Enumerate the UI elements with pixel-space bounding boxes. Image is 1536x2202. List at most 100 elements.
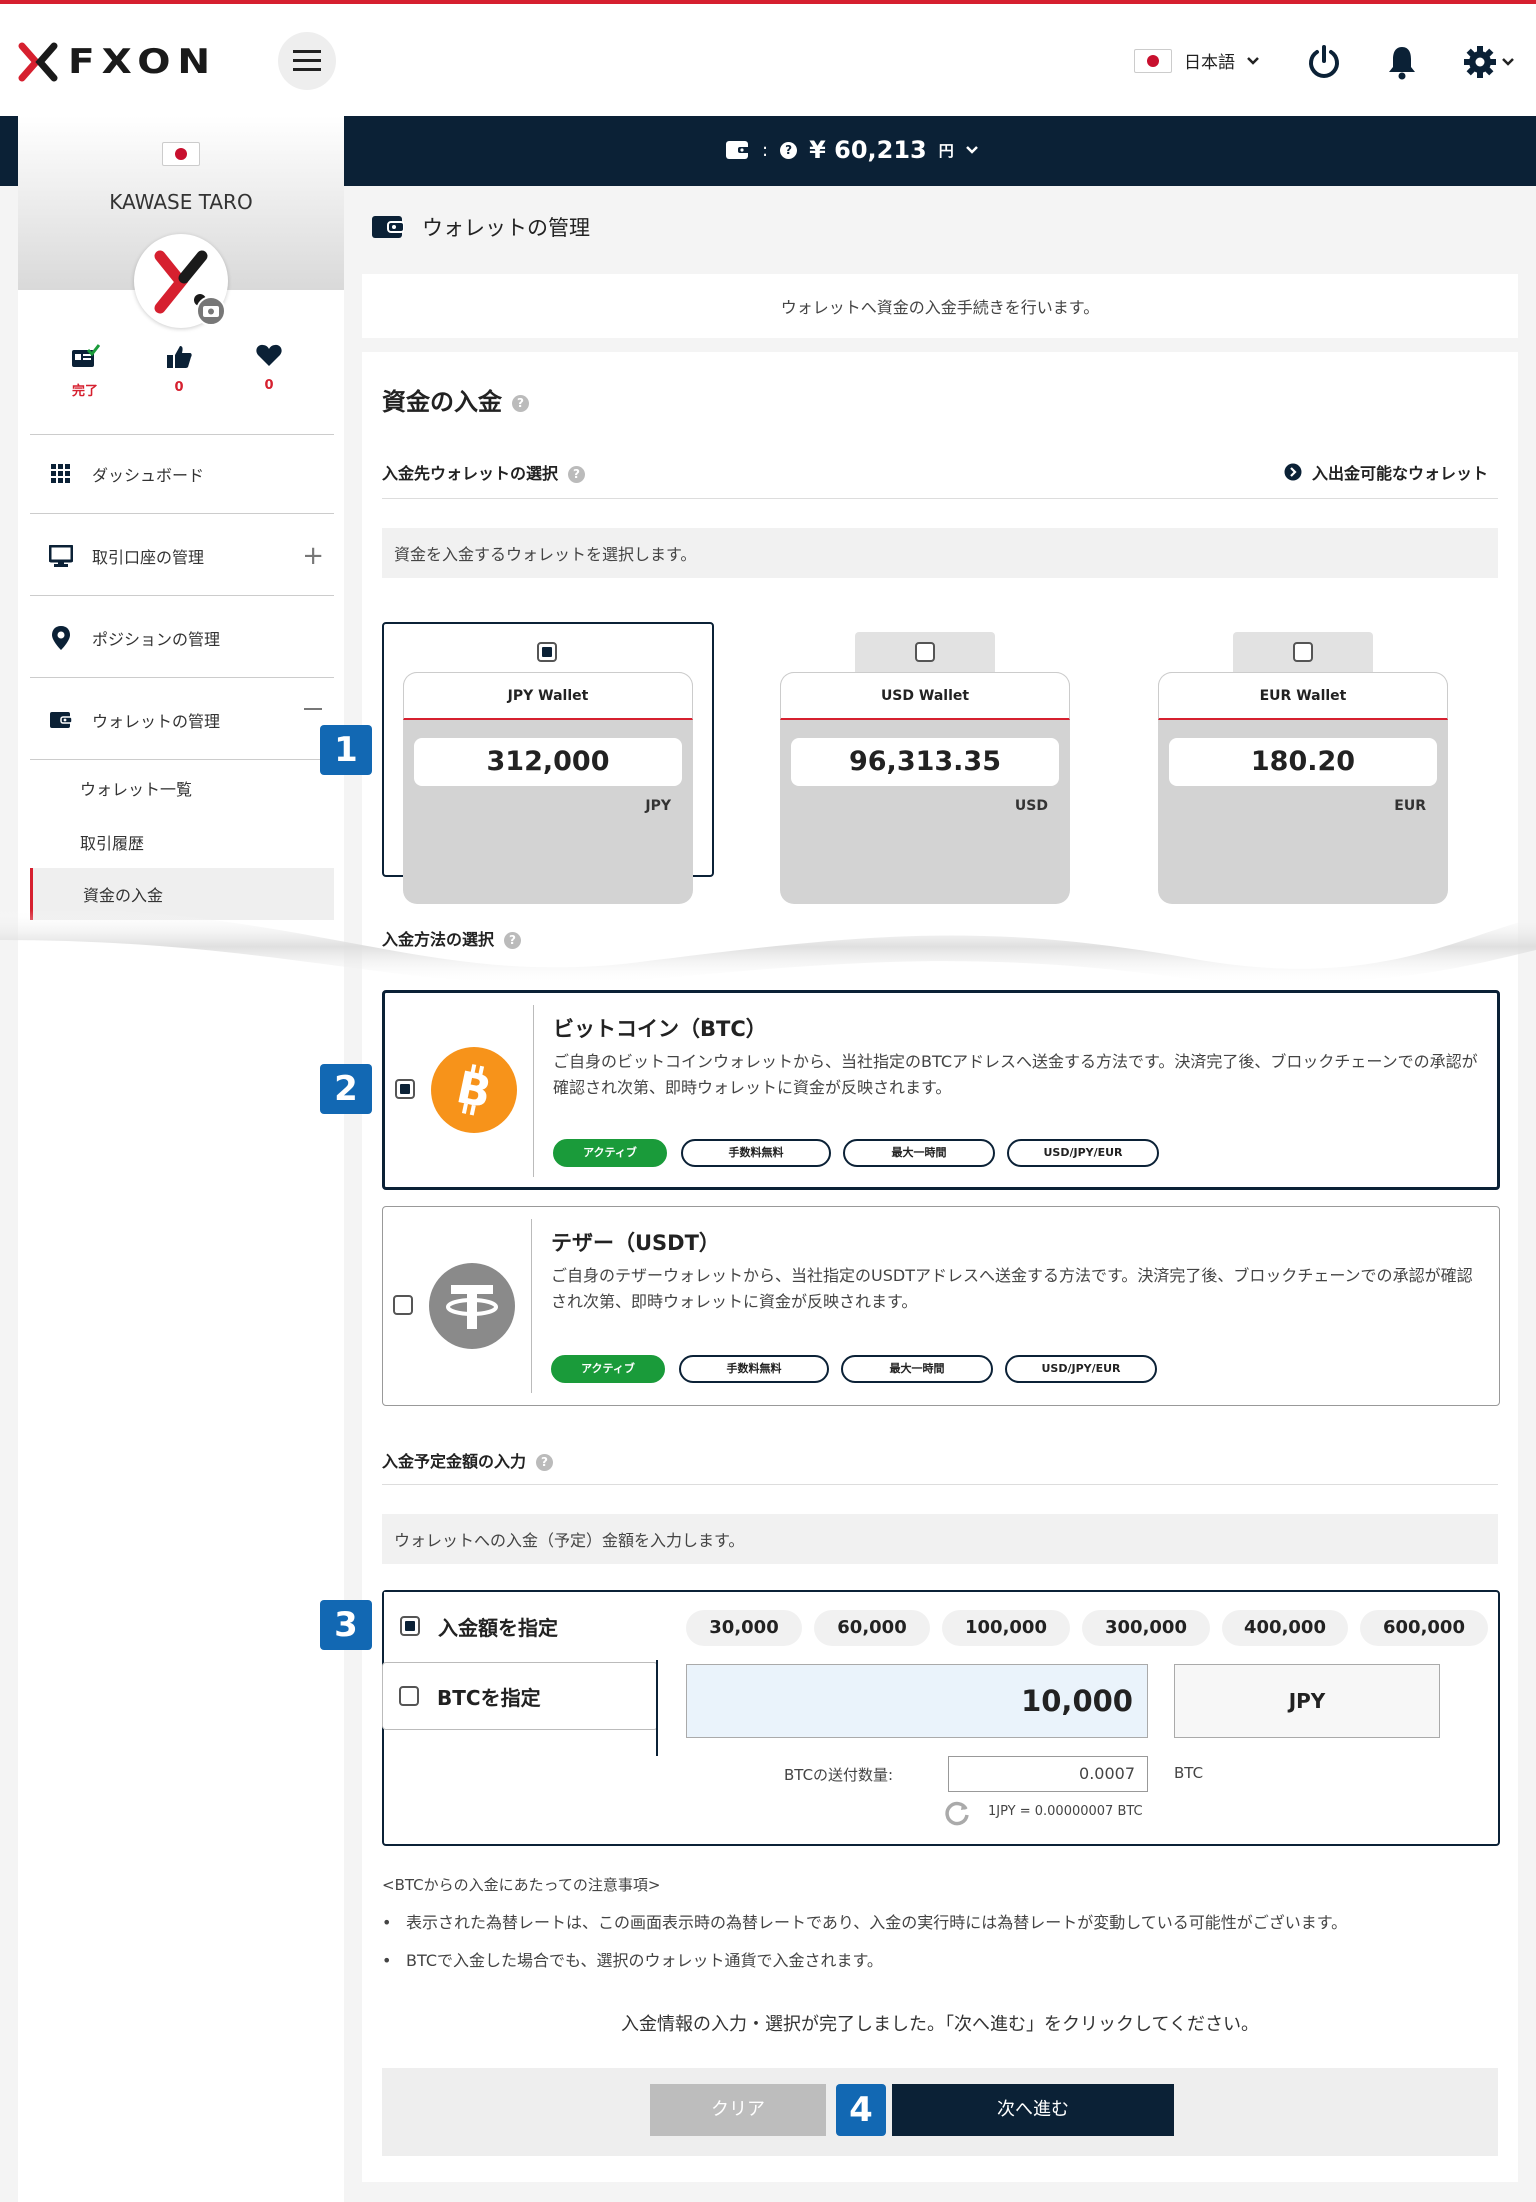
page-title: ウォレットの管理 [372, 212, 590, 242]
plus-icon[interactable]: + [302, 541, 324, 571]
stat-verification[interactable]: 完了 [40, 344, 130, 399]
tag-max-time: 最大一時間 [843, 1139, 995, 1167]
sidebar-item-dashboard[interactable]: ダッシュボード [30, 434, 334, 514]
method-select-title: 入金方法の選択? [382, 926, 522, 950]
exchange-rate: 1JPY = 0.00000007 BTC [988, 1804, 1143, 1819]
chevron-down-icon [1502, 58, 1514, 66]
wallet-jpy-checkbox[interactable] [537, 642, 557, 662]
method-card-usdt[interactable]: テザー（USDT） ご自身のテザーウォレットから、当社指定のUSDTアドレスへ送… [382, 1206, 1500, 1406]
stat-label: 0 [264, 378, 274, 393]
sidebar-subitem-deposit[interactable]: 資金の入金 [30, 868, 334, 920]
step-marker-3: 3 [320, 1600, 372, 1650]
balance-separator: : [762, 139, 769, 161]
sidebar-subitem-wallet-list[interactable]: ウォレット一覧 [30, 762, 334, 814]
tab-border [656, 1660, 658, 1756]
subtitle-text: 入金方法の選択 [382, 930, 495, 949]
deposit-notes: <BTCからの入金にあたっての注意事項> 表示された為替レートは、この画面表示時… [382, 1866, 1347, 1980]
notifications-button[interactable] [1380, 40, 1424, 84]
note-item: 表示された為替レートは、この画面表示時の為替レートであり、入金の実行時には為替レ… [382, 1904, 1347, 1942]
heart-icon [256, 344, 282, 366]
preset-amount-button[interactable]: 300,000 [1082, 1610, 1210, 1646]
preset-amount-button[interactable]: 600,000 [1360, 1610, 1488, 1646]
wallet-card-jpy[interactable]: JPY Wallet 312,000 JPY [403, 672, 693, 904]
sidebar-item-label: ダッシュボード [92, 465, 205, 485]
sidebar-item-positions[interactable]: ポジションの管理 [30, 598, 334, 678]
preset-amount-button[interactable]: 60,000 [814, 1610, 930, 1646]
language-selector[interactable]: 日本語 [1134, 48, 1259, 73]
wallet-usd-checkbox[interactable] [915, 642, 935, 662]
subtitle-text: 入金予定金額の入力 [382, 1452, 527, 1471]
minus-icon[interactable] [304, 708, 322, 710]
link-text: 入出金可能なウォレット [1312, 464, 1489, 483]
camera-icon[interactable] [196, 296, 226, 326]
wallet-name: EUR Wallet [1158, 672, 1448, 720]
help-icon[interactable]: ? [504, 932, 522, 949]
help-icon[interactable]: ? [536, 1454, 554, 1471]
sidebar: KAWASE TARO 完了 0 0 ダッシュボード 取引口座の管理 + ポジシ… [18, 116, 344, 2202]
step-marker-2: 2 [320, 1064, 372, 1114]
divider [533, 1005, 534, 1177]
amount-title: 入金予定金額の入力? [382, 1448, 554, 1472]
next-button[interactable]: 次へ進む [892, 2084, 1174, 2136]
sidebar-item-trading-accounts[interactable]: 取引口座の管理 + [30, 516, 334, 596]
help-icon[interactable]: ? [568, 466, 586, 483]
tag-no-fee: 手数料無料 [681, 1139, 831, 1167]
amount-option-checkbox[interactable] [400, 1616, 420, 1636]
refresh-rate-icon[interactable] [944, 1800, 970, 1826]
wallet-icon [726, 141, 750, 159]
user-name: KAWASE TARO [109, 190, 253, 214]
sidebar-item-label: 取引口座の管理 [92, 547, 205, 567]
grid-icon [48, 461, 74, 487]
chevron-right-circle-icon [1284, 463, 1302, 481]
stat-likes[interactable]: 0 [134, 344, 224, 395]
available-wallets-link[interactable]: 入出金可能なウォレット [1284, 460, 1488, 484]
wallet-balance-dropdown[interactable]: : ? ¥ 60,213 円 [726, 136, 978, 164]
sidebar-subitem-history[interactable]: 取引履歴 [30, 816, 334, 868]
preset-amount-button[interactable]: 30,000 [686, 1610, 802, 1646]
note-item: BTCで入金した場合でも、選択のウォレット通貨で入金されます。 [382, 1942, 1347, 1980]
wallet-currency: USD [1014, 798, 1048, 814]
clear-button[interactable]: クリア [650, 2084, 826, 2136]
subitem-label: 取引履歴 [80, 834, 145, 853]
method-usdt-checkbox[interactable] [393, 1295, 413, 1315]
wallet-name: USD Wallet [780, 672, 1070, 720]
btc-option-checkbox[interactable] [399, 1686, 419, 1706]
method-title: テザー（USDT） [551, 1231, 720, 1255]
tag-active: アクティブ [551, 1355, 665, 1383]
chevron-down-icon [1247, 56, 1259, 65]
method-title: ビットコイン（BTC） [553, 1017, 767, 1041]
method-card-btc[interactable]: B ビットコイン（BTC） ご自身のビットコインウォレットから、当社指定のBTC… [382, 990, 1500, 1190]
wallet-eur-checkbox[interactable] [1293, 642, 1313, 662]
step-marker-4: 4 [836, 2084, 886, 2136]
subtitle-text: 入金先ウォレットの選択 [382, 464, 559, 483]
wallet-currency: EUR [1394, 798, 1426, 814]
wallet-card-eur[interactable]: EUR Wallet 180.20 EUR [1158, 672, 1448, 904]
tag-currencies: USD/JPY/EUR [1007, 1139, 1159, 1167]
notes-heading: <BTCからの入金にあたっての注意事項> [382, 1876, 661, 1894]
fxon-logo[interactable]: FXON [18, 40, 210, 84]
preset-amount-button[interactable]: 100,000 [942, 1610, 1070, 1646]
sidebar-item-wallet[interactable]: ウォレットの管理 [30, 680, 334, 760]
divider [382, 498, 1498, 499]
wallet-card-usd[interactable]: USD Wallet 96,313.35 USD [780, 672, 1070, 904]
help-icon[interactable]: ? [512, 394, 529, 412]
option-specify-amount[interactable]: 入金額を指定 [384, 1592, 656, 1660]
help-icon[interactable]: ? [780, 141, 798, 159]
settings-button[interactable] [1456, 40, 1520, 84]
method-btc-checkbox[interactable] [395, 1079, 415, 1099]
amount-note: ウォレットへの入金（予定）金額を入力します。 [382, 1514, 1498, 1564]
hamburger-menu-button[interactable] [278, 32, 336, 90]
balance-unit: 円 [938, 141, 954, 160]
wallet-name: JPY Wallet [403, 672, 693, 720]
intro-banner: ウォレットへ資金の入金手続きを行います。 [362, 274, 1518, 338]
preset-amount-button[interactable]: 400,000 [1222, 1610, 1348, 1646]
logout-button[interactable] [1302, 40, 1346, 84]
tether-icon [429, 1263, 515, 1349]
monitor-icon [48, 543, 74, 569]
option-specify-btc[interactable]: BTCを指定 [382, 1662, 658, 1730]
japan-flag-icon [1134, 48, 1172, 73]
stat-favorites[interactable]: 0 [224, 344, 314, 393]
amount-input[interactable]: 10,000 [686, 1664, 1148, 1738]
wallet-select-note: 資金を入金するウォレットを選択します。 [382, 528, 1498, 578]
wallet-icon [372, 216, 404, 238]
